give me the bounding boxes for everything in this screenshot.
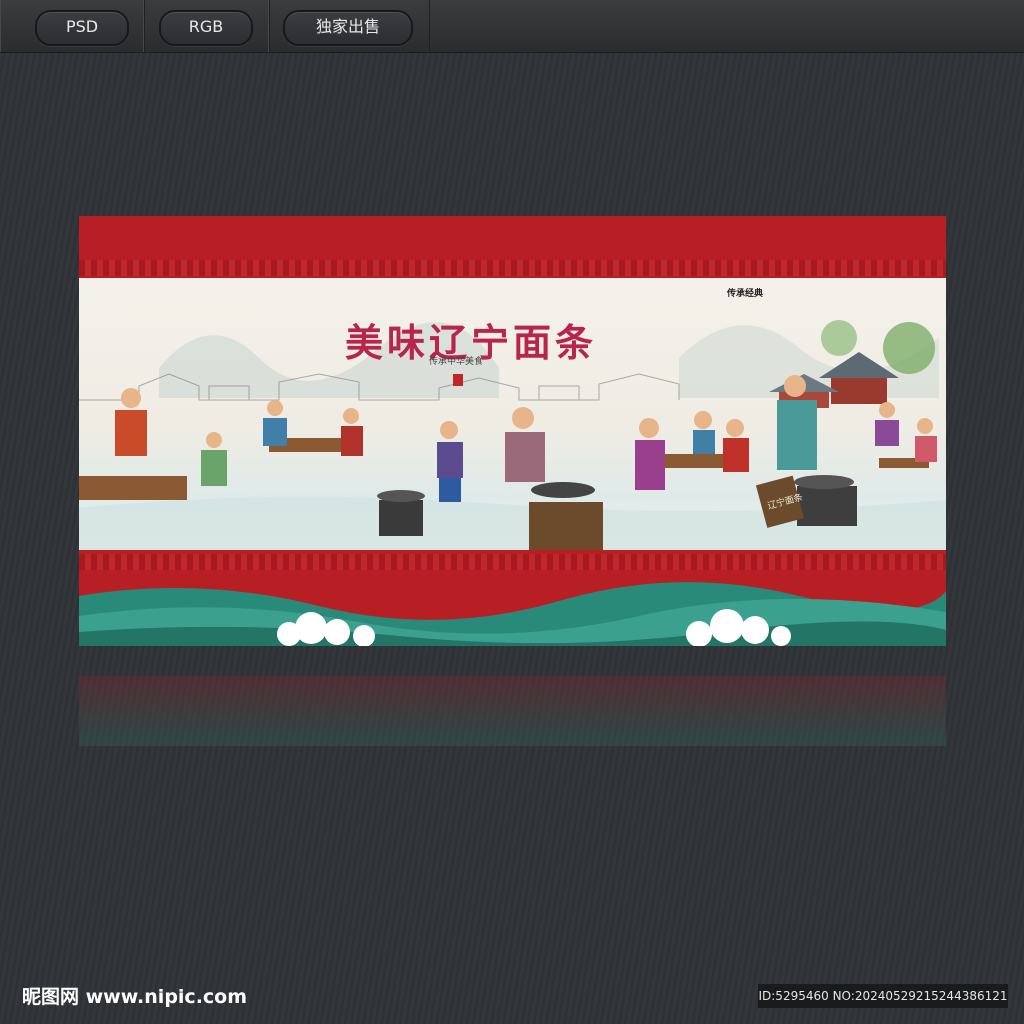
rgb-badge[interactable]: RGB	[159, 10, 253, 46]
table	[659, 454, 734, 468]
red-band-pattern	[79, 260, 946, 276]
artwork-corner-text: 传承经典	[727, 289, 764, 299]
artwork-subtitle: 传承中华美食	[429, 357, 484, 367]
site-watermark: 昵图网 www.nipic.com	[22, 986, 248, 1008]
seal-stamp	[453, 374, 463, 386]
wave-decoration	[79, 582, 946, 646]
image-reflection	[79, 676, 946, 746]
stove	[529, 502, 603, 550]
red-band-pattern-bottom	[79, 554, 946, 570]
table	[79, 476, 187, 500]
top-toolbar: PSD RGB 独家出售	[0, 0, 1024, 53]
stove	[379, 500, 423, 536]
image-id-label: ID:5295460 NO:20240529215244386121	[758, 984, 1008, 1008]
exclusive-sale-badge[interactable]: 独家出售	[283, 10, 413, 46]
psd-badge[interactable]: PSD	[35, 10, 129, 46]
stove	[797, 486, 857, 526]
preview-image: 辽宁面条 美味辽宁面条 传承中华美食 传承经典	[79, 216, 946, 646]
